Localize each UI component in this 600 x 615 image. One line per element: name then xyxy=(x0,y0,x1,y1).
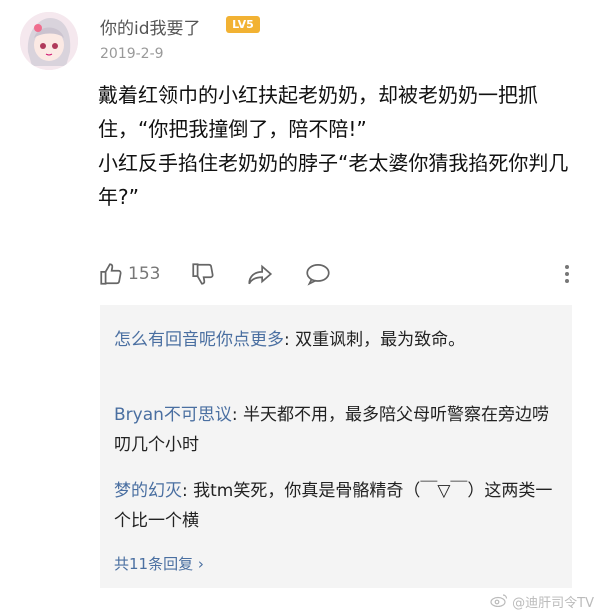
reply-author[interactable]: Bryan不可思议 xyxy=(114,405,232,425)
post-date: 2019-2-9 xyxy=(100,46,164,62)
username[interactable]: 你的id我要了 xyxy=(100,14,201,39)
replies-preview[interactable]: 怎么有回音呢你点更多: 双重讽刺，最为致命。 Bryan不可思议: 半天都不用，… xyxy=(100,305,572,588)
comment-button[interactable] xyxy=(304,258,332,290)
reply-text: : 双重讽刺，最为致命。 xyxy=(284,330,466,350)
like-button[interactable]: 153 xyxy=(98,258,160,290)
reply-author[interactable]: 梦的幻灭 xyxy=(114,481,182,501)
more-vertical-icon xyxy=(562,262,572,286)
action-bar: 153 xyxy=(98,258,578,290)
share-icon xyxy=(246,261,274,287)
content-paragraph: 小红反手掐住老奶奶的脖子“老太婆你猜我掐死你判几年?” xyxy=(98,151,569,209)
reply-author[interactable]: 怎么有回音呢你点更多 xyxy=(114,330,284,350)
dislike-button[interactable] xyxy=(190,258,216,290)
weibo-logo-icon xyxy=(490,593,508,611)
share-button[interactable] xyxy=(246,258,274,290)
post-content: 戴着红领巾的小红扶起老奶奶，却被老奶奶一把抓住，“你把我撞倒了，陪不陪!” 小红… xyxy=(98,78,578,214)
thumbs-down-icon xyxy=(190,261,216,287)
thumbs-up-icon xyxy=(98,261,124,287)
watermark: @迪肝司令TV xyxy=(490,592,594,611)
reply-item[interactable]: 梦的幻灭: 我tm笑死，你真是骨骼精奇（￣▽￣）这两类一个比一个横 xyxy=(114,476,559,536)
avatar[interactable] xyxy=(20,12,78,70)
comment-icon xyxy=(304,261,332,287)
level-badge: LV5 xyxy=(226,16,260,33)
watermark-text: @迪肝司令TV xyxy=(512,596,594,611)
reply-item[interactable]: Bryan不可思议: 半天都不用，最多陪父母听警察在旁边唠叨几个小时 xyxy=(114,400,559,460)
reply-item[interactable]: 怎么有回音呢你点更多: 双重讽刺，最为致命。 xyxy=(114,325,559,355)
more-button[interactable] xyxy=(562,258,572,290)
content-paragraph: 戴着红领巾的小红扶起老奶奶，却被老奶奶一把抓住，“你把我撞倒了，陪不陪!” xyxy=(98,83,538,141)
more-replies-link[interactable]: 共11条回复 › xyxy=(114,553,204,574)
like-count: 153 xyxy=(128,264,161,284)
